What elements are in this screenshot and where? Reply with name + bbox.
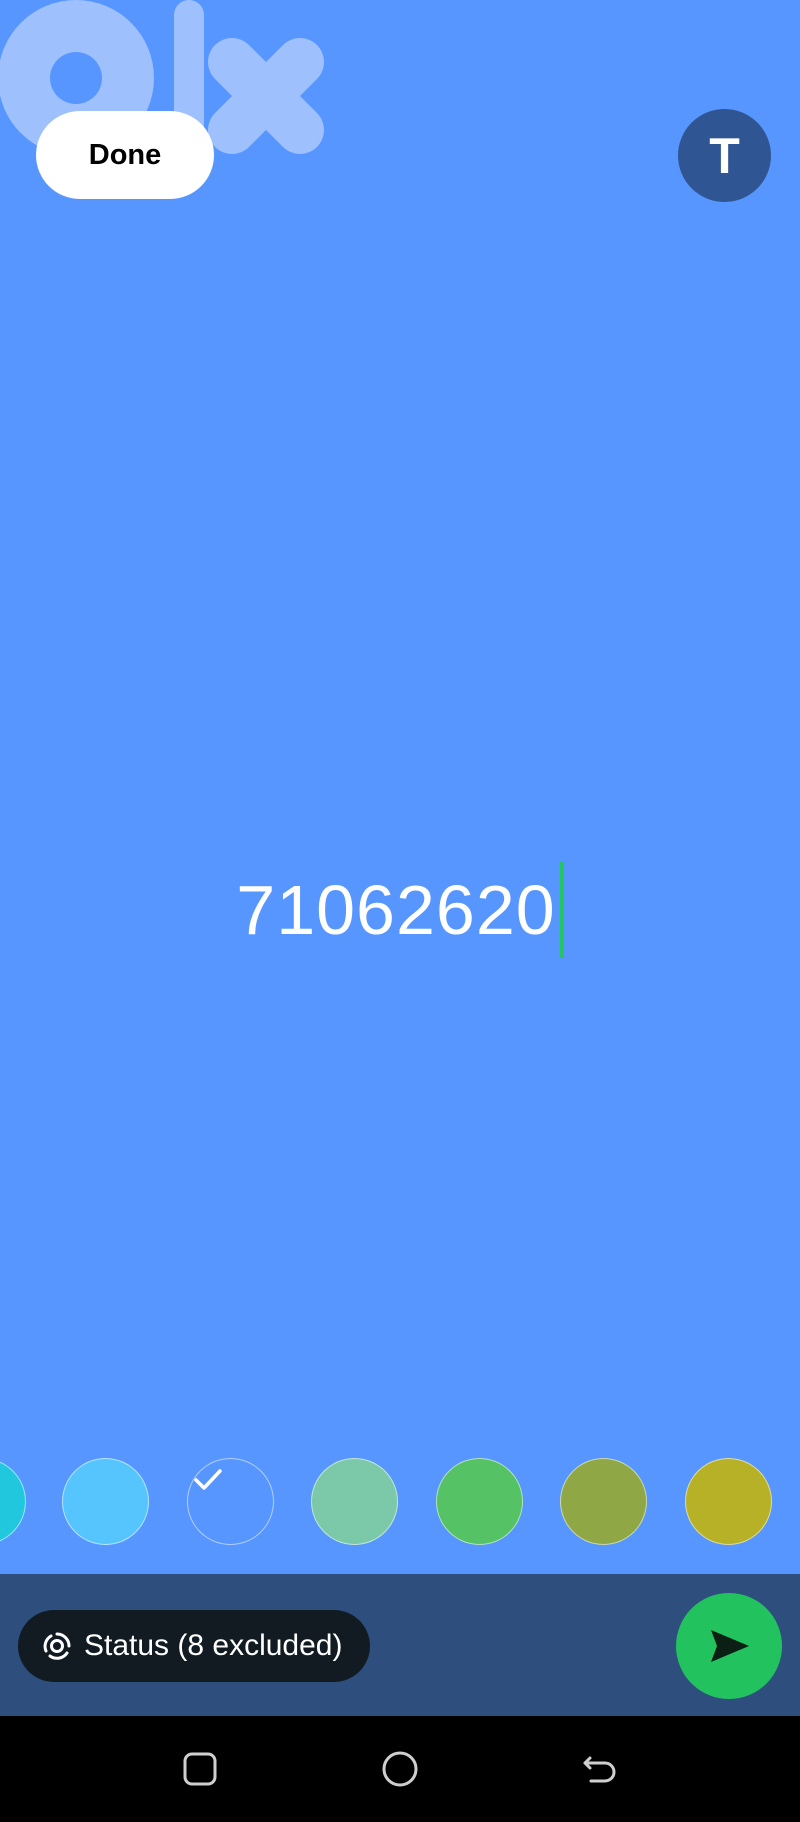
home-circle-icon xyxy=(382,1751,418,1787)
system-nav-bar xyxy=(0,1716,800,1822)
recents-square-icon xyxy=(183,1752,217,1786)
status-text: 71062620 xyxy=(236,871,556,949)
done-button[interactable]: Done xyxy=(36,111,214,199)
send-arrow-icon xyxy=(711,1630,749,1662)
back-button[interactable] xyxy=(574,1744,624,1794)
color-swatch[interactable] xyxy=(62,1458,149,1545)
color-palette xyxy=(0,1458,800,1548)
text-style-button[interactable]: T xyxy=(678,109,771,202)
status-ring-icon xyxy=(43,1632,71,1660)
back-arrow-icon xyxy=(583,1756,616,1783)
color-swatch[interactable] xyxy=(436,1458,523,1545)
status-text-editor-screen: Done T 71062620 Status (8 excluded) xyxy=(0,0,800,1822)
status-text-input[interactable]: 71062620 xyxy=(0,860,800,960)
status-chip-label: Status (8 excluded) xyxy=(84,1629,343,1662)
check-icon xyxy=(194,1469,222,1490)
send-button[interactable] xyxy=(676,1593,782,1699)
color-swatch[interactable] xyxy=(0,1458,26,1545)
status-privacy-chip[interactable]: Status (8 excluded) xyxy=(18,1610,371,1682)
home-button[interactable] xyxy=(375,1744,425,1794)
bottom-bar: Status (8 excluded) xyxy=(0,1574,800,1716)
text-style-label: T xyxy=(709,127,740,184)
color-swatch[interactable] xyxy=(311,1458,398,1545)
color-swatch[interactable] xyxy=(685,1458,772,1545)
text-caret xyxy=(559,862,564,958)
color-swatch[interactable] xyxy=(560,1458,647,1545)
color-swatch-selected[interactable] xyxy=(187,1458,274,1545)
recents-button[interactable] xyxy=(175,1744,225,1794)
